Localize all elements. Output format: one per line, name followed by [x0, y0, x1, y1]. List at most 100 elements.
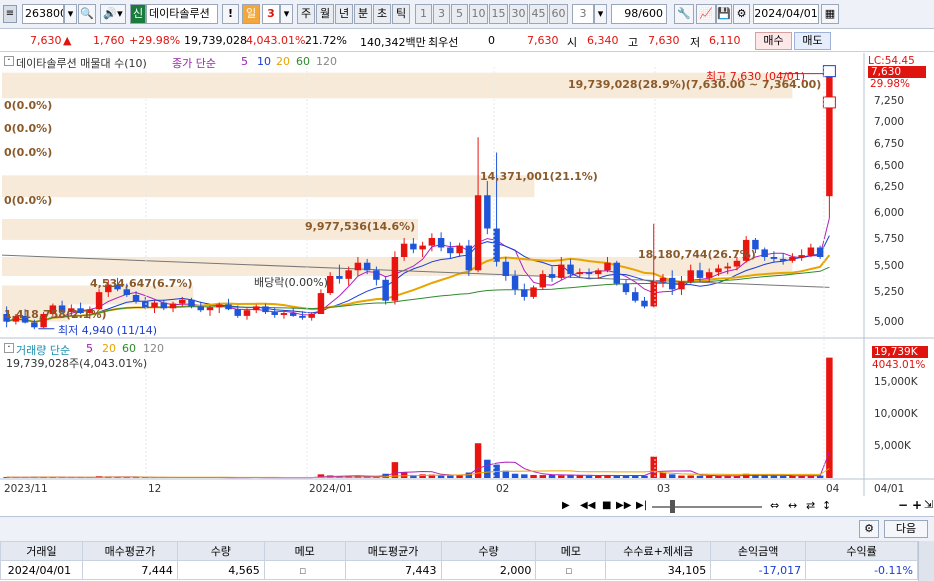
period-minute-button[interactable]: 분: [354, 4, 372, 24]
minute-1-button[interactable]: 1: [415, 4, 432, 24]
next-button[interactable]: 다음: [884, 520, 928, 538]
column-header: 수량: [441, 542, 536, 561]
settings-gear-icon[interactable]: ⚙: [733, 4, 750, 24]
table-row[interactable]: 2024/04/01 7,444 4,565 ▫ 7,443 2,000 ▫ 3…: [1, 561, 918, 580]
minute-45-button[interactable]: 45: [529, 4, 548, 24]
candle-body: [456, 246, 462, 254]
stock-code-input[interactable]: 263800: [22, 4, 64, 24]
memo-icon[interactable]: ▫: [264, 561, 345, 580]
tools-icon[interactable]: 🔧: [674, 4, 694, 24]
minute-60-button[interactable]: 60: [549, 4, 568, 24]
chart-option-icon[interactable]: ↕: [822, 499, 831, 512]
candle-body: [798, 255, 804, 257]
pnl-amount-cell: -17,017: [711, 561, 806, 580]
chart-config-icon[interactable]: ·: [4, 56, 14, 66]
avg-sell-price-cell: 7,443: [345, 561, 441, 580]
minute-30-button[interactable]: 30: [509, 4, 528, 24]
minus-icon[interactable]: −: [898, 498, 908, 512]
candle-body: [789, 257, 795, 261]
search-icon[interactable]: 🔍: [78, 4, 96, 24]
candle-body: [678, 282, 684, 290]
volume-bar: [558, 475, 564, 478]
candle-body: [262, 306, 268, 312]
price-change: 1,760: [93, 34, 125, 47]
alert-button[interactable]: !: [222, 4, 239, 24]
volume-bar: [761, 476, 767, 478]
low-price-annotation: 최저 4,940 (11/14): [58, 322, 157, 338]
period-year-button[interactable]: 년: [335, 4, 353, 24]
date-input[interactable]: 2024/04/01: [753, 4, 819, 24]
zoom-slider-thumb[interactable]: [670, 500, 675, 513]
zoom-slider[interactable]: [652, 506, 762, 508]
scroll-end-icon[interactable]: ▶|: [636, 500, 647, 511]
current-price-tag: 7,630: [868, 66, 926, 78]
buy-button[interactable]: 매수: [755, 32, 792, 50]
scroll-last-icon[interactable]: ▶▶: [616, 500, 631, 511]
candle-body: [234, 309, 240, 316]
chart-scroll-controls: ▶ ◀◀ ■ ▶▶ ▶| ⇔ ↔ ⇄ ↕ − + ⇲: [560, 499, 934, 515]
panel-settings-gear-icon[interactable]: ⚙: [859, 520, 879, 538]
volume-config-icon[interactable]: ·: [4, 343, 14, 353]
memo-icon[interactable]: ▫: [536, 561, 606, 580]
candle-body: [650, 282, 656, 307]
menu-icon[interactable]: ≡: [3, 5, 17, 23]
period-tick-button[interactable]: 틱: [392, 4, 410, 24]
candle-body: [419, 246, 425, 250]
volume-bar: [660, 473, 666, 478]
chart-option-icon[interactable]: ↔: [788, 499, 797, 512]
candle-body: [808, 248, 814, 256]
period-month-button[interactable]: 월: [316, 4, 334, 24]
candle-body: [614, 263, 620, 284]
volume-bar: [577, 476, 583, 478]
minute-3-button[interactable]: 3: [433, 4, 450, 24]
volume-bar: [540, 475, 546, 478]
vol-ma60-legend: 60: [122, 342, 136, 355]
period-week-button[interactable]: 주: [297, 4, 315, 24]
table-scrollbar[interactable]: [918, 541, 934, 581]
up-arrow-icon: ▲: [63, 34, 71, 47]
field-count-input[interactable]: 3: [572, 4, 594, 24]
volume-bar: [697, 476, 703, 478]
volume-bar: [595, 476, 601, 478]
field-count-dropdown-icon[interactable]: ▾: [594, 4, 607, 24]
column-header: 메모: [536, 542, 606, 561]
minute-5-button[interactable]: 5: [451, 4, 468, 24]
sell-signal-icon: [823, 66, 835, 77]
period-count-dropdown-icon[interactable]: ▾: [280, 4, 293, 24]
chart-option-icon[interactable]: ⇔: [770, 499, 779, 512]
candle-body: [632, 292, 638, 301]
scroll-prev-icon[interactable]: ▶: [562, 500, 570, 511]
candle-body: [715, 268, 721, 272]
column-header: 수익률: [806, 542, 918, 561]
minute-10-button[interactable]: 10: [469, 4, 488, 24]
scroll-stop-icon[interactable]: ■: [602, 500, 611, 511]
candle-body: [142, 302, 148, 308]
plus-icon[interactable]: +: [912, 498, 922, 512]
period-day-button[interactable]: 일: [242, 4, 260, 24]
candle-body: [447, 248, 453, 254]
vol-ma20-legend: 20: [102, 342, 116, 355]
data-range-field: 98/600: [611, 4, 667, 24]
chart-area[interactable]: · 데이타솔루션 매물대 수(10) 종가 단순 5 10 20 60 120 …: [0, 53, 934, 515]
volume-bar: [512, 474, 518, 478]
chart-type-icon[interactable]: 📈: [696, 4, 716, 24]
chart-option-icon[interactable]: ⇄: [806, 499, 815, 512]
date-tick: 2024/01: [309, 483, 353, 495]
speaker-icon[interactable]: 🔊▾: [100, 4, 126, 24]
price-tick: 6,250: [874, 181, 904, 193]
expand-icon[interactable]: ⇲: [924, 498, 933, 511]
minute-15-button[interactable]: 15: [489, 4, 508, 24]
candle-body: [336, 276, 342, 279]
volume-bar: [771, 476, 777, 478]
volume-bar: [641, 476, 647, 478]
period-count-input[interactable]: 3: [262, 4, 280, 24]
save-icon[interactable]: 💾: [716, 4, 732, 24]
avg-buy-price-cell: 7,444: [82, 561, 177, 580]
period-second-button[interactable]: 초: [373, 4, 391, 24]
scroll-first-icon[interactable]: ◀◀: [580, 500, 595, 511]
sell-button[interactable]: 매도: [794, 32, 831, 50]
calendar-icon[interactable]: ▦: [821, 4, 839, 24]
dropdown-arrow-icon[interactable]: ▾: [64, 4, 77, 24]
high-price-annotation: 최고 7,630 (04/01): [706, 68, 805, 84]
stock-name-field[interactable]: 데이타솔루션: [146, 4, 218, 24]
